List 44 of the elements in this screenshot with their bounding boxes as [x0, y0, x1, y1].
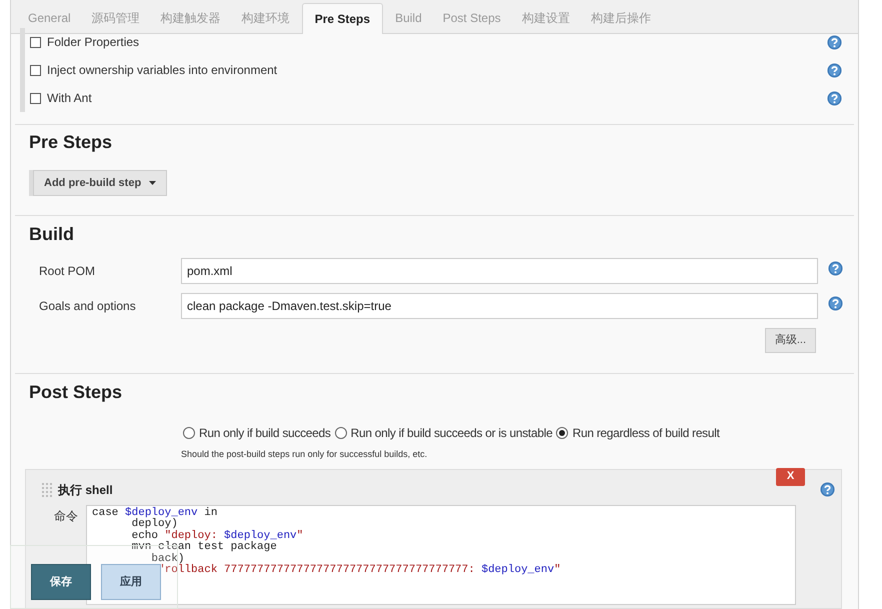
tab[interactable]: 源码管理 — [82, 3, 149, 33]
help-icon[interactable] — [827, 90, 842, 106]
radio-label: Run regardless of build result — [572, 425, 720, 442]
radio-button[interactable] — [183, 427, 195, 439]
section-title: Pre Steps — [29, 131, 114, 154]
delete-button[interactable]: X — [776, 468, 805, 486]
checkbox[interactable] — [30, 64, 41, 76]
help-icon[interactable] — [820, 482, 835, 496]
tab[interactable]: 构建环境 — [232, 3, 299, 33]
help-icon[interactable] — [828, 260, 843, 276]
tab[interactable]: General — [19, 3, 80, 33]
caret-icon — [149, 181, 156, 185]
tab[interactable]: Post Steps — [434, 3, 510, 33]
step-title: 执行 shell — [58, 482, 113, 498]
tab[interactable]: 构建设置 — [512, 3, 579, 33]
tab[interactable]: Pre Steps — [302, 3, 384, 34]
add-step-button[interactable]: Add pre-build step — [33, 170, 168, 196]
input-field[interactable]: pom.xml — [181, 258, 818, 284]
help-icon[interactable] — [828, 296, 843, 310]
radio-label: Run only if build succeeds or is unstable — [350, 425, 552, 442]
tab[interactable]: 构建后操作 — [582, 3, 660, 33]
tab[interactable]: Build — [386, 3, 431, 33]
hint-text: Should the post-build steps run only for successful builds, etc. — [181, 448, 428, 461]
section-title: Build — [29, 223, 75, 246]
checkbox[interactable] — [30, 36, 41, 48]
help-icon[interactable] — [827, 34, 842, 50]
field-label: Goals and options — [38, 298, 137, 315]
advanced-button[interactable]: 高级... — [764, 328, 816, 353]
radio-label: Run only if build succeeds — [199, 425, 331, 442]
field-label: Root POM — [38, 263, 96, 280]
help-icon[interactable] — [827, 62, 842, 78]
checkbox-label: With Ant — [47, 90, 93, 107]
radio-button[interactable] — [334, 427, 347, 439]
input-field[interactable]: clean package -Dmaven.test.skip=true — [181, 293, 818, 319]
section-title: Post Steps — [29, 381, 124, 404]
save-button[interactable]: 保存 — [31, 564, 91, 600]
drag-handle-icon[interactable] — [42, 482, 52, 496]
checkbox[interactable] — [30, 92, 41, 104]
checkbox-label: Inject ownership variables into environment — [47, 62, 278, 79]
apply-button[interactable]: 应用 — [101, 564, 161, 600]
field-label: 命令 — [53, 508, 79, 524]
radio-button[interactable] — [556, 427, 568, 439]
checkbox-label: Folder Properties — [47, 34, 140, 51]
tab[interactable]: 构建触发器 — [152, 3, 230, 33]
